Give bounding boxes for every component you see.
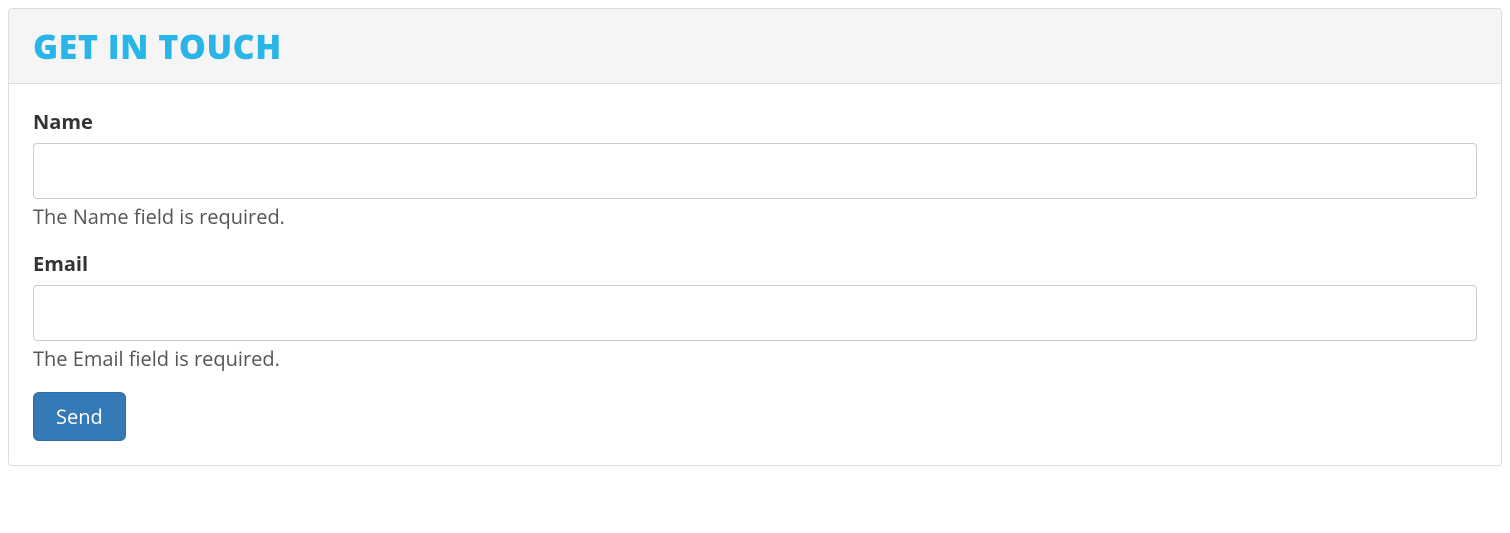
panel-title: GET IN TOUCH: [33, 23, 1477, 69]
email-error-text: The Email field is required.: [33, 345, 1477, 372]
form-group-email: Email The Email field is required.: [33, 250, 1477, 372]
send-button[interactable]: Send: [33, 392, 126, 441]
name-label: Name: [33, 108, 1477, 135]
panel-body: Name The Name field is required. Email T…: [9, 84, 1501, 465]
name-field[interactable]: [33, 143, 1477, 199]
contact-panel: GET IN TOUCH Name The Name field is requ…: [8, 8, 1502, 466]
panel-heading: GET IN TOUCH: [9, 9, 1501, 84]
form-group-name: Name The Name field is required.: [33, 108, 1477, 230]
email-field[interactable]: [33, 285, 1477, 341]
email-label: Email: [33, 250, 1477, 277]
name-error-text: The Name field is required.: [33, 203, 1477, 230]
